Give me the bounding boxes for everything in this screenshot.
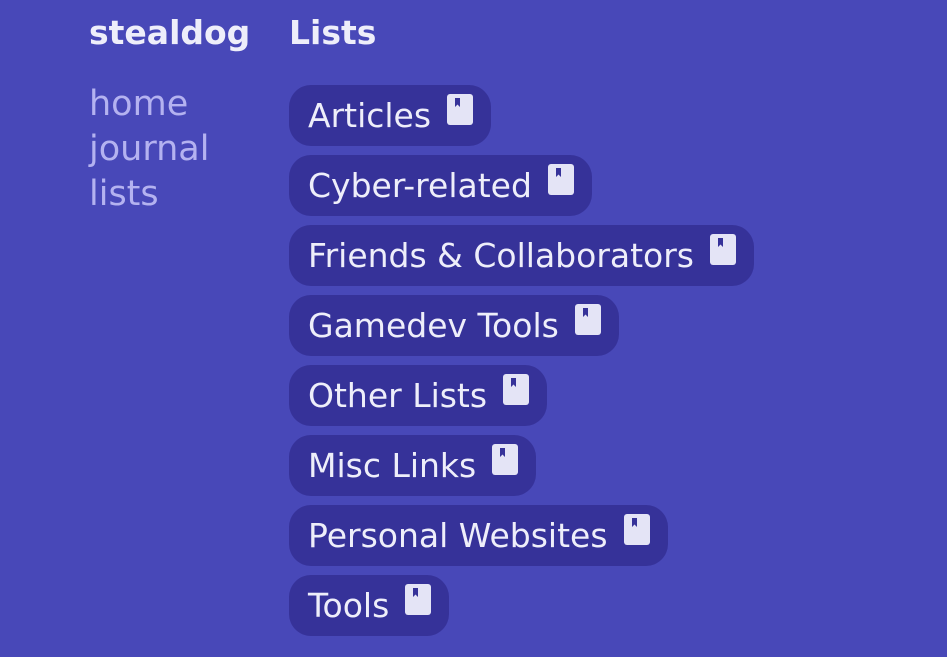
bookmark-icon: [710, 234, 736, 265]
nav-link-journal[interactable]: journal: [89, 127, 269, 172]
bookmark-icon: [492, 444, 519, 475]
lists-container: Articles Cyber-related Friends & Collabo…: [289, 85, 929, 636]
list-item-friends-collaborators[interactable]: Friends & Collaborators: [289, 225, 754, 286]
list-item-label: Friends & Collaborators: [308, 236, 694, 275]
list-item-articles[interactable]: Articles: [289, 85, 492, 146]
page-title: Lists: [289, 13, 377, 52]
list-item-label: Other Lists: [308, 376, 488, 415]
list-item-tools[interactable]: Tools: [289, 575, 450, 636]
list-item-label: Cyber-related: [308, 166, 532, 205]
list-item-label: Personal Websites: [308, 516, 608, 555]
list-item-label: Articles: [308, 96, 432, 135]
nav-link-lists[interactable]: lists: [89, 172, 269, 217]
bookmark-icon: [547, 164, 574, 195]
bookmark-icon: [623, 514, 650, 545]
bookmark-icon: [503, 374, 530, 405]
sidebar: stealdog home journal lists: [89, 12, 269, 217]
list-item-gamedev-tools[interactable]: Gamedev Tools: [289, 295, 619, 356]
bookmark-icon: [574, 304, 601, 335]
list-item-label: Tools: [308, 586, 390, 625]
site-title[interactable]: stealdog: [89, 12, 269, 54]
list-item-label: Misc Links: [308, 446, 477, 485]
main-content: Lists Articles Cyber-related Friends & C…: [289, 12, 929, 636]
bookmark-icon: [447, 94, 474, 125]
list-item-cyber-related[interactable]: Cyber-related: [289, 155, 592, 216]
list-item-misc-links[interactable]: Misc Links: [289, 435, 537, 496]
list-item-other-lists[interactable]: Other Lists: [289, 365, 548, 426]
bookmark-icon: [405, 584, 432, 615]
list-item-label: Gamedev Tools: [308, 306, 559, 345]
list-item-personal-websites[interactable]: Personal Websites: [289, 505, 668, 566]
nav-link-home[interactable]: home: [89, 82, 269, 127]
main-nav: home journal lists: [89, 82, 269, 217]
